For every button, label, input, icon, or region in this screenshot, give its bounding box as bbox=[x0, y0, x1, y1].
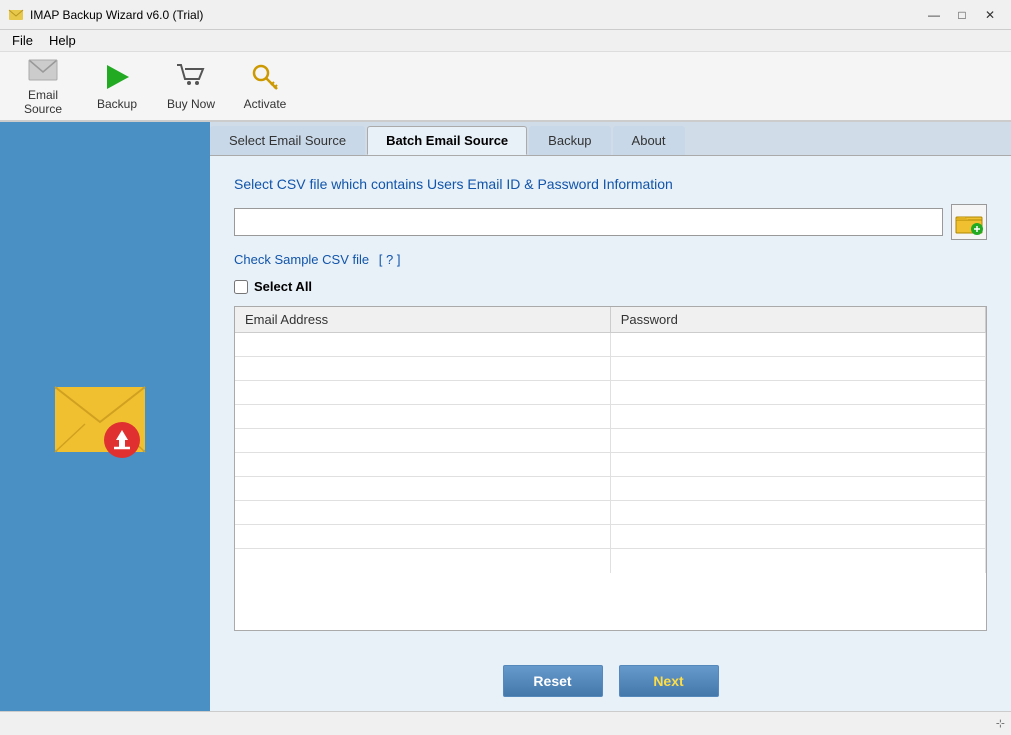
table-row bbox=[235, 429, 986, 453]
window-title: IMAP Backup Wizard v6.0 (Trial) bbox=[30, 8, 203, 22]
resize-grip: ⊹ bbox=[996, 717, 1005, 730]
tab-backup[interactable]: Backup bbox=[529, 126, 610, 155]
help-link[interactable]: [ ? ] bbox=[379, 252, 401, 267]
col-email-address: Email Address bbox=[235, 307, 610, 333]
toolbar-buy-now-label: Buy Now bbox=[167, 97, 215, 111]
close-button[interactable]: ✕ bbox=[977, 5, 1003, 25]
cell-email bbox=[235, 357, 610, 381]
toolbar-email-source-label: Email Source bbox=[12, 88, 74, 116]
file-input-row bbox=[234, 204, 987, 240]
table-row bbox=[235, 501, 986, 525]
table-row bbox=[235, 477, 986, 501]
cell-email bbox=[235, 477, 610, 501]
cell-email bbox=[235, 453, 610, 477]
cell-password bbox=[610, 429, 985, 453]
cell-password bbox=[610, 381, 985, 405]
footer-area: Reset Next bbox=[210, 651, 1011, 711]
browse-button[interactable] bbox=[951, 204, 987, 240]
minimize-button[interactable]: — bbox=[921, 5, 947, 25]
cell-password bbox=[610, 405, 985, 429]
data-table: Email Address Password bbox=[234, 306, 987, 631]
cell-email bbox=[235, 525, 610, 549]
table-row bbox=[235, 549, 986, 573]
cell-password bbox=[610, 549, 985, 573]
window-controls: — □ ✕ bbox=[921, 5, 1003, 25]
toolbar-buy-now-button[interactable]: Buy Now bbox=[156, 56, 226, 116]
menu-file[interactable]: File bbox=[4, 31, 41, 50]
content-area: Select Email Source Batch Email Source B… bbox=[210, 122, 1011, 711]
content-panel: Select CSV file which contains Users Ema… bbox=[210, 156, 1011, 651]
table-row bbox=[235, 357, 986, 381]
toolbar-email-source-button[interactable]: Email Source bbox=[8, 56, 78, 116]
next-button[interactable]: Next bbox=[619, 665, 719, 697]
toolbar: Email Source Backup Buy Now bbox=[0, 52, 1011, 122]
key-icon bbox=[249, 61, 281, 93]
col-password: Password bbox=[610, 307, 985, 333]
status-bar: ⊹ bbox=[0, 711, 1011, 735]
cell-password bbox=[610, 501, 985, 525]
csv-file-input[interactable] bbox=[234, 208, 943, 236]
select-all-label: Select All bbox=[254, 279, 312, 294]
reset-button[interactable]: Reset bbox=[503, 665, 603, 697]
select-all-row: Select All bbox=[234, 279, 987, 294]
sidebar bbox=[0, 122, 210, 711]
table-row bbox=[235, 453, 986, 477]
toolbar-activate-button[interactable]: Activate bbox=[230, 56, 300, 116]
menu-bar: File Help bbox=[0, 30, 1011, 52]
cell-email bbox=[235, 429, 610, 453]
sample-csv-link[interactable]: Check Sample CSV file bbox=[234, 252, 369, 267]
table-row bbox=[235, 381, 986, 405]
cart-icon bbox=[175, 61, 207, 93]
cell-password bbox=[610, 477, 985, 501]
tab-select-email-source[interactable]: Select Email Source bbox=[210, 126, 365, 155]
section-title: Select CSV file which contains Users Ema… bbox=[234, 176, 987, 192]
folder-add-icon bbox=[955, 209, 983, 235]
sidebar-envelope-icon bbox=[50, 372, 160, 462]
tab-bar: Select Email Source Batch Email Source B… bbox=[210, 122, 1011, 156]
toolbar-backup-label: Backup bbox=[97, 97, 137, 111]
tab-batch-email-source[interactable]: Batch Email Source bbox=[367, 126, 527, 155]
cell-email bbox=[235, 333, 610, 357]
cell-email bbox=[235, 501, 610, 525]
title-bar: IMAP Backup Wizard v6.0 (Trial) — □ ✕ bbox=[0, 0, 1011, 30]
app-icon bbox=[8, 7, 24, 23]
main-container: Select Email Source Batch Email Source B… bbox=[0, 122, 1011, 711]
cell-email bbox=[235, 381, 610, 405]
menu-help[interactable]: Help bbox=[41, 31, 84, 50]
backup-play-icon bbox=[101, 61, 133, 93]
select-all-checkbox[interactable] bbox=[234, 280, 248, 294]
tab-about[interactable]: About bbox=[613, 126, 685, 155]
cell-password bbox=[610, 525, 985, 549]
cell-email bbox=[235, 405, 610, 429]
cell-password bbox=[610, 453, 985, 477]
cell-password bbox=[610, 357, 985, 381]
toolbar-backup-button[interactable]: Backup bbox=[82, 56, 152, 116]
cell-email bbox=[235, 549, 610, 573]
table-row bbox=[235, 525, 986, 549]
maximize-button[interactable]: □ bbox=[949, 5, 975, 25]
toolbar-activate-label: Activate bbox=[244, 97, 287, 111]
sample-link-row: Check Sample CSV file [ ? ] bbox=[234, 252, 987, 267]
cell-password bbox=[610, 333, 985, 357]
email-source-icon bbox=[27, 56, 59, 84]
table-row bbox=[235, 333, 986, 357]
table-row bbox=[235, 405, 986, 429]
